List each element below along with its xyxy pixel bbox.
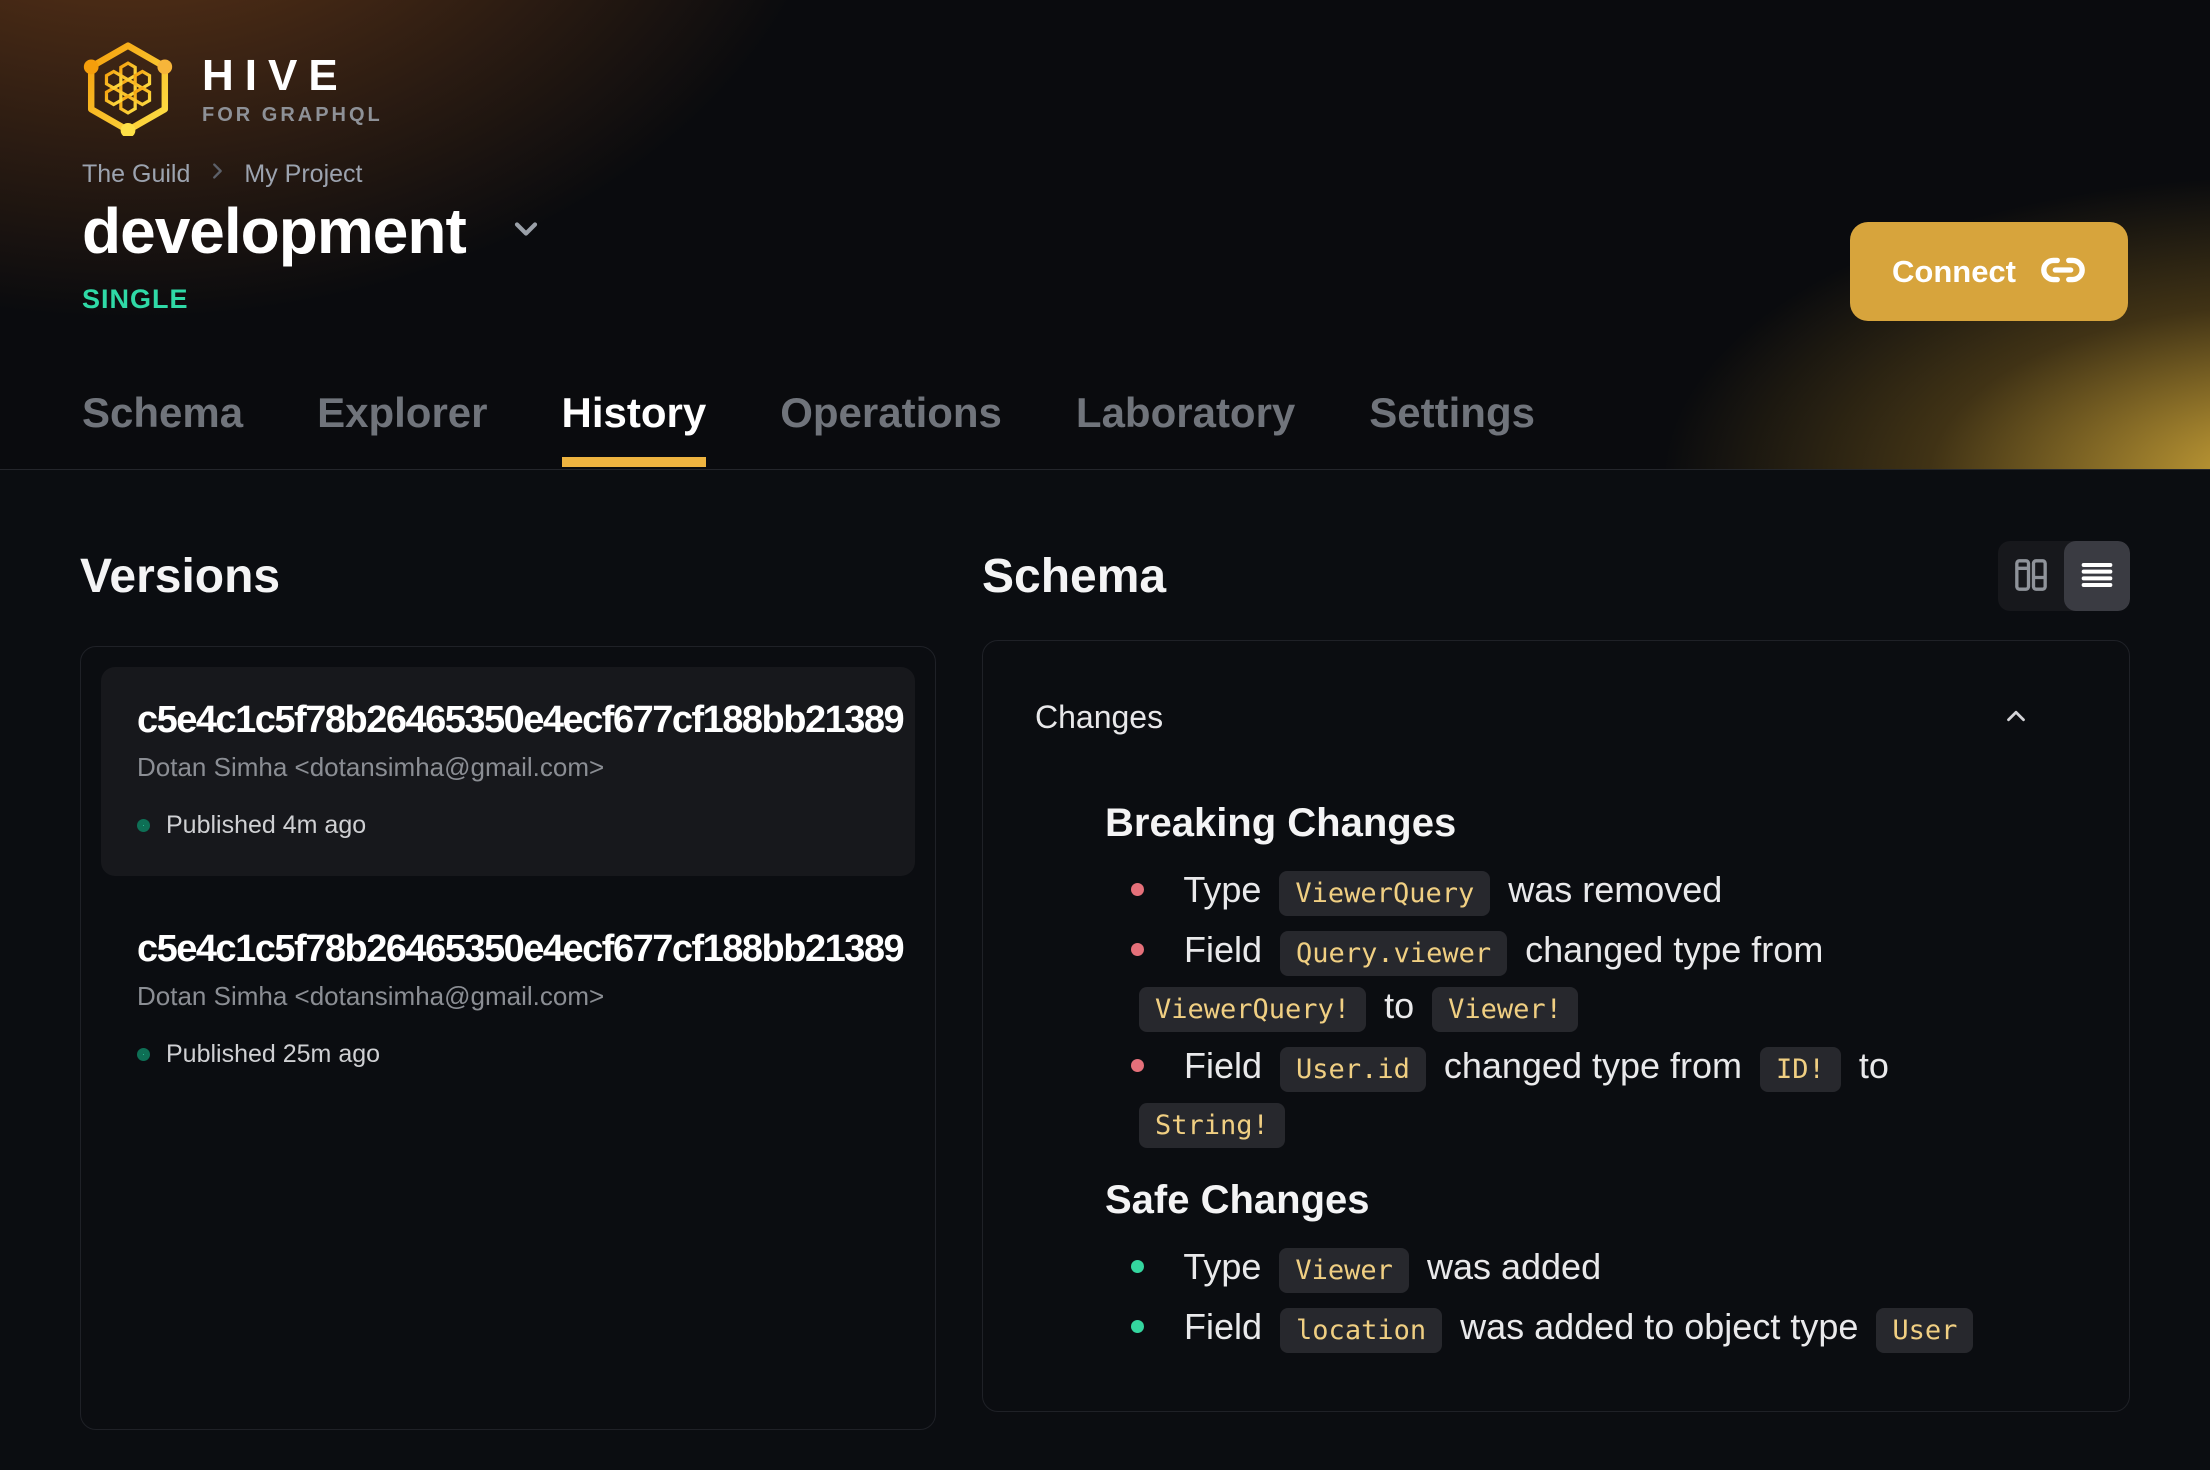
tab-operations[interactable]: Operations [780, 389, 1002, 469]
version-status: Published 25m ago [137, 1040, 879, 1069]
changes-body: Breaking Changes Type ViewerQuery was re… [1105, 801, 2037, 1357]
version-status-text: Published 25m ago [166, 1040, 381, 1068]
tab-schema[interactable]: Schema [82, 389, 243, 469]
tab-history[interactable]: History [561, 389, 706, 469]
version-hash: c5e4c1c5f78b26465350e4ecf677cf188bb21389 [137, 928, 905, 970]
chevron-right-icon [206, 160, 228, 189]
code-chip: ViewerQuery [1279, 871, 1491, 916]
chevron-up-icon [2001, 701, 2031, 734]
breadcrumb: The Guild My Project [82, 160, 362, 189]
schema-panel: Schema Changes Breaking Changes Type Vie… [982, 520, 2130, 1430]
hive-logo-icon [82, 40, 174, 141]
change-list: Type Viewer was added Field location was… [1105, 1241, 2037, 1357]
version-status: Published 4m ago [137, 811, 879, 840]
list-lines-icon [2077, 555, 2117, 598]
connect-button-label: Connect [1892, 253, 2016, 289]
change-group-title: Breaking Changes [1105, 801, 1457, 845]
code-chip: Viewer [1279, 1248, 1409, 1293]
list-view-button[interactable] [2064, 541, 2130, 611]
code-chip: Viewer! [1432, 987, 1578, 1032]
version-card[interactable]: c5e4c1c5f78b26465350e4ecf677cf188bb21389… [101, 896, 915, 1105]
split-view-button[interactable] [1998, 541, 2064, 611]
versions-panel: Versions c5e4c1c5f78b26465350e4ecf677cf1… [80, 520, 936, 1430]
collapse-changes-button[interactable] [2001, 701, 2077, 734]
changes-box: Changes Breaking Changes Type ViewerQuer… [982, 640, 2130, 1412]
connect-button[interactable]: Connect [1850, 222, 2128, 321]
change-item: Type ViewerQuery was removed [1131, 864, 2037, 920]
breadcrumb-org[interactable]: The Guild [82, 160, 190, 189]
schema-title: Schema [982, 549, 1167, 603]
version-card[interactable]: c5e4c1c5f78b26465350e4ecf677cf188bb21389… [101, 667, 915, 876]
view-toggle [1998, 541, 2130, 611]
changes-section-label: Changes [1035, 698, 1164, 735]
main-content: Versions c5e4c1c5f78b26465350e4ecf677cf1… [0, 470, 2210, 1430]
bullet-dot-icon [1131, 1259, 1144, 1273]
code-chip: ViewerQuery! [1139, 987, 1367, 1032]
tab-settings[interactable]: Settings [1369, 389, 1535, 469]
brand-name: HIVE [202, 51, 349, 100]
version-list: c5e4c1c5f78b26465350e4ecf677cf188bb21389… [80, 646, 936, 1430]
code-chip: ID! [1760, 1047, 1841, 1092]
change-item: Type Viewer was added [1131, 1241, 2037, 1297]
bullet-dot-icon [1131, 942, 1144, 956]
change-group-safe: Safe Changes Type Viewer was added Field… [1105, 1178, 2037, 1357]
change-item: Field Query.viewer changed type from Vie… [1131, 924, 2037, 1036]
bullet-dot-icon [1131, 1319, 1144, 1333]
page-header: HIVE FOR GRAPHQL The Guild My Project de… [0, 0, 2210, 470]
bullet-dot-icon [1131, 1058, 1144, 1072]
versions-title: Versions [80, 549, 281, 603]
code-chip: location [1280, 1308, 1443, 1353]
version-author: Dotan Simha <dotansimha@gmail.com> [137, 981, 605, 1011]
bullet-dot-icon [1131, 882, 1144, 896]
breadcrumb-project[interactable]: My Project [244, 160, 362, 189]
change-group-title: Safe Changes [1105, 1178, 1370, 1222]
code-chip: User.id [1280, 1047, 1426, 1092]
code-chip: User [1876, 1308, 1974, 1353]
tab-bar: Schema Explorer History Operations Laborator… [82, 389, 1535, 469]
version-hash: c5e4c1c5f78b26465350e4ecf677cf188bb21389 [137, 699, 905, 741]
tab-laboratory[interactable]: Laboratory [1076, 389, 1295, 469]
tab-explorer[interactable]: Explorer [317, 389, 487, 469]
code-chip: Query.viewer [1280, 931, 1508, 976]
version-author: Dotan Simha <dotansimha@gmail.com> [137, 752, 605, 782]
target-selector-chevron-down-icon[interactable] [508, 211, 544, 252]
code-chip: String! [1139, 1103, 1285, 1148]
brand-text: HIVE FOR GRAPHQL [202, 54, 383, 127]
change-item: Field User.id changed type from ID! to S… [1131, 1040, 2037, 1152]
page-title: development [82, 195, 467, 267]
change-list: Type ViewerQuery was removed Field Query… [1105, 864, 2037, 1152]
published-dot-icon [137, 1048, 150, 1061]
target-mode-badge: SINGLE [82, 284, 189, 314]
version-status-text: Published 4m ago [166, 811, 367, 839]
published-dot-icon [137, 819, 150, 832]
change-item: Field location was added to object type … [1131, 1301, 2037, 1357]
columns-icon [2011, 555, 2051, 598]
brand-tagline: FOR GRAPHQL [202, 104, 383, 126]
brand[interactable]: HIVE FOR GRAPHQL [82, 40, 383, 141]
change-group-breaking: Breaking Changes Type ViewerQuery was re… [1105, 801, 2037, 1152]
link-icon [2040, 247, 2086, 296]
